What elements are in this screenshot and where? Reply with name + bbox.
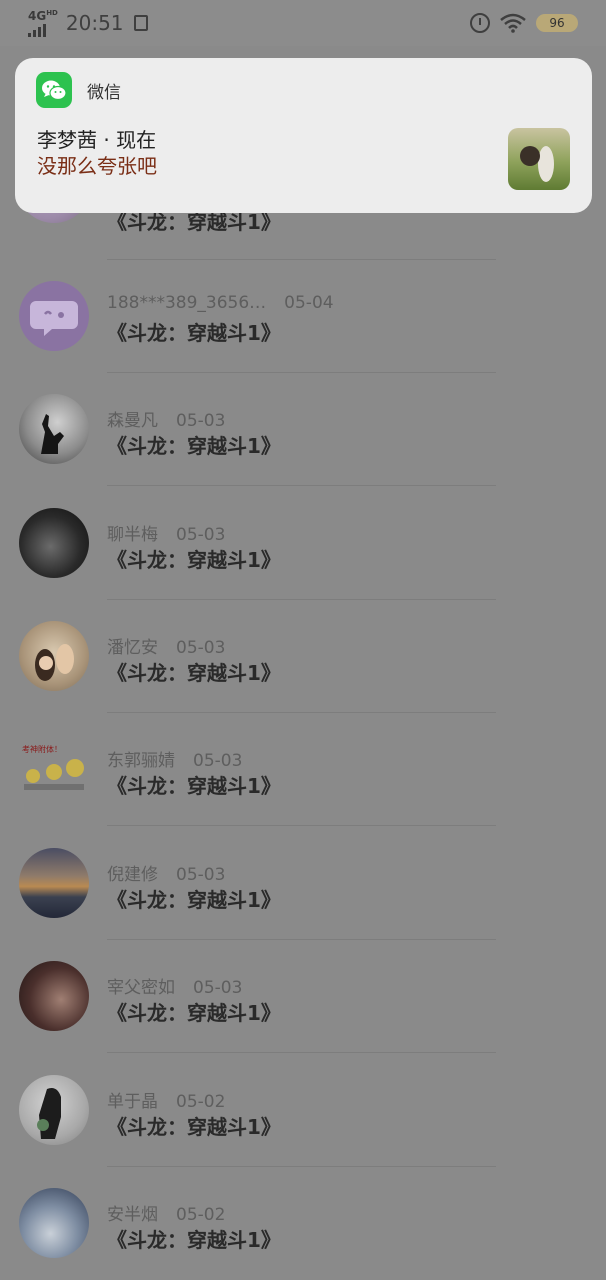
list-item[interactable]: 潘忆安 05-03 《斗龙：穿越斗1》 (0, 613, 606, 726)
alarm-icon (470, 13, 490, 33)
avatar (19, 621, 89, 691)
divider (107, 825, 496, 826)
chat-bubble-icon (30, 301, 78, 336)
divider (107, 485, 496, 486)
list-item-title: 《斗龙：穿越斗1》 (107, 774, 281, 798)
avatar (19, 848, 89, 918)
divider (107, 259, 496, 260)
contact-name: 潘忆安 (107, 638, 158, 658)
contact-name: 安半烟 (107, 1205, 158, 1225)
network-indicator: 4GHD (28, 8, 58, 37)
list-item-title: 《斗龙：穿越斗1》 (107, 548, 281, 572)
avatar (19, 961, 89, 1031)
thumbnail-figure (520, 146, 554, 182)
list-item-header: 潘忆安 05-03 (107, 633, 225, 658)
divider (107, 1052, 496, 1053)
divider (107, 712, 496, 713)
status-time: 20:51 (65, 11, 124, 35)
list-item-title: 《斗龙：穿越斗1》 (107, 1115, 281, 1139)
network-type: 4G (28, 8, 47, 23)
divider (107, 939, 496, 940)
contact-name: 宰父密如 (107, 978, 175, 998)
message-date: 05-04 (284, 293, 334, 313)
list-item-title: 《斗龙：穿越斗1》 (107, 434, 281, 458)
avatar: 考神附体！ (19, 734, 89, 804)
signal-icon (28, 23, 58, 37)
message-date: 05-03 (193, 978, 243, 998)
list-item-title: 《斗龙：穿越斗1》 (107, 1228, 281, 1252)
message-date: 05-03 (176, 411, 226, 431)
list-item[interactable]: 宰父密如 05-03 《斗龙：穿越斗1》 (0, 953, 606, 1066)
list-item[interactable]: 森曼凡 05-03 《斗龙：穿越斗1》 (0, 386, 606, 499)
message-date: 05-02 (176, 1092, 226, 1112)
contact-name: 东郭骊婧 (107, 751, 175, 771)
list-item-header: 东郭骊婧 05-03 (107, 746, 242, 771)
avatar (19, 394, 89, 464)
contact-name: 森曼凡 (107, 411, 158, 431)
wifi-icon (500, 13, 526, 33)
notification-app-name: 微信 (87, 83, 121, 103)
message-date: 05-03 (193, 751, 243, 771)
notification-thumbnail (508, 128, 570, 190)
list-item[interactable]: 单于晶 05-02 《斗龙：穿越斗1》 (0, 1067, 606, 1180)
status-right: 96 (470, 13, 578, 33)
list-item-header: 188***389_3656… 05-04 (107, 293, 334, 313)
divider (107, 599, 496, 600)
list-item-title: 《斗龙：穿越斗1》 (107, 321, 281, 345)
list-item-header: 安半烟 05-02 (107, 1200, 225, 1225)
status-left: 4GHD 20:51 (28, 8, 148, 37)
list-item[interactable]: 188***389_3656… 05-04 《斗龙：穿越斗1》 (0, 273, 606, 386)
message-date: 05-03 (176, 865, 226, 885)
contact-name: 单于晶 (107, 1092, 158, 1112)
list-item-header: 单于晶 05-02 (107, 1087, 225, 1112)
list-item[interactable]: 倪建修 05-03 《斗龙：穿越斗1》 (0, 840, 606, 953)
wechat-icon (36, 72, 72, 108)
contact-name: 聊半梅 (107, 525, 158, 545)
avatar (19, 1075, 89, 1145)
notification-card[interactable]: 微信 李梦茜 · 现在 没那么夸张吧 (15, 58, 592, 213)
notification-message: 没那么夸张吧 (37, 154, 157, 178)
message-date: 05-03 (176, 525, 226, 545)
list-item-header: 森曼凡 05-03 (107, 406, 225, 431)
avatar-caption: 考神附体！ (22, 745, 62, 754)
list-item[interactable]: 安半烟 05-02 《斗龙：穿越斗1》 (0, 1180, 606, 1280)
list-item-header: 宰父密如 05-03 (107, 973, 242, 998)
list-item-header: 倪建修 05-03 (107, 860, 225, 885)
network-hd: HD (46, 8, 58, 17)
avatar (19, 508, 89, 578)
message-date: 05-03 (176, 638, 226, 658)
list-item[interactable]: 考神附体！ 东郭骊婧 05-03 《斗龙：穿越斗1》 (0, 726, 606, 839)
list-item-title: 《斗龙：穿越斗1》 (107, 1001, 281, 1025)
divider (107, 372, 496, 373)
sim-icon (133, 15, 148, 31)
contact-name: 倪建修 (107, 865, 158, 885)
list-item-title: 《斗龙：穿越斗1》 (107, 661, 281, 685)
status-bar: 4GHD 20:51 96 (0, 0, 606, 46)
avatar-figure (37, 1088, 61, 1139)
list-item-header: 聊半梅 05-03 (107, 520, 225, 545)
message-date: 05-02 (176, 1205, 226, 1225)
avatar-figure (41, 414, 64, 454)
avatar (19, 1188, 89, 1258)
list-item-title: 《斗龙：穿越斗1》 (107, 888, 281, 912)
avatar (19, 281, 89, 351)
avatar-figure (35, 644, 74, 681)
notification-sender: 李梦茜 · 现在 (37, 128, 157, 152)
list-item[interactable]: 聊半梅 05-03 《斗龙：穿越斗1》 (0, 500, 606, 613)
battery-icon: 96 (536, 14, 578, 32)
divider (107, 1166, 496, 1167)
contact-name: 188***389_3656… (107, 293, 267, 313)
